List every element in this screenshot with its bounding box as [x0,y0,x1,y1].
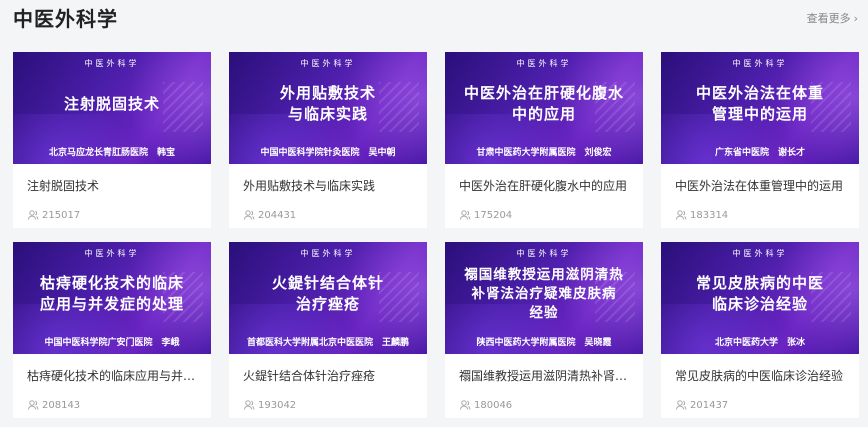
chevron-right-icon: › [853,11,858,25]
banner-lecturer: 广东省中医院 谢长才 [714,148,805,158]
course-title: 常见皮肤病的中医临床诊治经验 [675,369,844,383]
course-meta: 183314 [661,194,859,222]
course-meta: 193042 [229,384,427,412]
course-views: 208143 [42,399,81,411]
view-more-label: 查看更多 [806,12,851,25]
course-banner: 中医外科学 中医外治法在体重 管理中的运用 广东省中医院 谢长才 [661,52,859,164]
user-views-icon [459,209,471,221]
course-banner: 中医外科学 火鍉针结合体针 治疗痤疮 首都医科大学附属北京中医医院 王麟鹏 [229,242,427,354]
course-grid: 中医外科学 注射脱固技术 北京马应龙长青肛肠医院 韩宝 注射脱固技术 21501… [13,52,859,418]
banner-title: 注射脱固技术 [63,94,160,113]
banner-lecturer: 中国中医科学院针灸医院 吴中朝 [260,148,396,158]
banner-title: 外用贴敷技术 与临床实践 [279,84,376,123]
user-views-icon [243,209,255,221]
banner-brand: 中医外科学 [84,249,140,258]
banner-title: 枯痔硬化技术的临床 应用与并发症的处理 [39,274,184,313]
course-banner: 中医外科学 外用贴敷技术 与临床实践 中国中医科学院针灸医院 吴中朝 [229,52,427,164]
course-title: 注射脱固技术 [27,179,100,193]
banner-lecturer: 陕西中医药大学附属医院 吴晓霞 [476,338,612,348]
course-banner: 中医外科学 中医外治在肝硬化腹水 中的应用 甘肃中医药大学附属医院 刘俊宏 [445,52,643,164]
course-title: 枯痔硬化技术的临床应用与并发症的处理 [27,369,211,383]
course-banner: 中医外科学 禤国维教授运用滋阴清热 补肾法治疗疑难皮肤病 经验 陕西中医药大学附… [445,242,643,354]
user-views-icon [27,399,39,411]
view-more-link[interactable]: 查看更多 › [807,10,858,26]
banner-brand: 中医外科学 [300,249,356,258]
course-title: 禤国维教授运用滋阴清热补肾法治疗疑难皮肤病经验 [459,369,643,383]
course-meta: 215017 [13,194,211,222]
banner-title: 常见皮肤病的中医 临床诊治经验 [695,274,824,313]
banner-brand: 中医外科学 [300,59,356,68]
banner-brand: 中医外科学 [516,249,572,258]
course-title: 中医外治法在体重管理中的运用 [675,179,844,193]
course-views: 193042 [258,399,297,411]
course-card[interactable]: 中医外科学 注射脱固技术 北京马应龙长青肛肠医院 韩宝 注射脱固技术 21501… [13,52,211,228]
course-card[interactable]: 中医外科学 火鍉针结合体针 治疗痤疮 首都医科大学附属北京中医医院 王麟鹏 火鍉… [229,242,427,418]
banner-lecturer: 北京马应龙长青肛肠医院 韩宝 [48,148,175,158]
section-header: 中医外科学 查看更多 › [13,0,858,40]
course-views: 175204 [474,209,513,221]
user-views-icon [675,399,687,411]
course-card[interactable]: 中医外科学 禤国维教授运用滋阴清热 补肾法治疗疑难皮肤病 经验 陕西中医药大学附… [445,242,643,418]
banner-lecturer: 首都医科大学附属北京中医医院 王麟鹏 [246,338,409,348]
banner-lecturer: 甘肃中医药大学附属医院 刘俊宏 [476,148,612,158]
course-card[interactable]: 中医外科学 中医外治在肝硬化腹水 中的应用 甘肃中医药大学附属医院 刘俊宏 中医… [445,52,643,228]
banner-title: 禤国维教授运用滋阴清热 补肾法治疗疑难皮肤病 经验 [464,266,624,321]
banner-brand: 中医外科学 [84,59,140,68]
course-meta: 204431 [229,194,427,222]
course-views: 215017 [42,209,81,221]
course-card[interactable]: 中医外科学 中医外治法在体重 管理中的运用 广东省中医院 谢长才 中医外治法在体… [661,52,859,228]
course-views: 204431 [258,209,297,221]
user-views-icon [27,209,39,221]
course-banner: 中医外科学 常见皮肤病的中医 临床诊治经验 北京中医药大学 张冰 [661,242,859,354]
banner-brand: 中医外科学 [516,59,572,68]
course-meta: 180046 [445,384,643,412]
course-title: 火鍉针结合体针治疗痤疮 [243,369,376,383]
course-views: 183314 [690,209,729,221]
course-meta: 208143 [13,384,211,412]
user-views-icon [243,399,255,411]
course-views: 201437 [690,399,729,411]
course-meta: 201437 [661,384,859,412]
banner-lecturer: 北京中医药大学 张冰 [714,338,805,348]
course-card[interactable]: 中医外科学 枯痔硬化技术的临床 应用与并发症的处理 中国中医科学院广安门医院 李… [13,242,211,418]
banner-title: 中医外治在肝硬化腹水 中的应用 [463,84,624,123]
course-meta: 175204 [445,194,643,222]
banner-lecturer: 中国中医科学院广安门医院 李峨 [44,338,180,348]
course-views: 180046 [474,399,513,411]
course-card[interactable]: 中医外科学 常见皮肤病的中医 临床诊治经验 北京中医药大学 张冰 常见皮肤病的中… [661,242,859,418]
section-title: 中医外科学 [13,7,118,31]
user-views-icon [459,399,471,411]
course-title: 外用贴敷技术与临床实践 [243,179,376,193]
banner-brand: 中医外科学 [732,59,788,68]
course-banner: 中医外科学 注射脱固技术 北京马应龙长青肛肠医院 韩宝 [13,52,211,164]
course-title: 中医外治在肝硬化腹水中的应用 [459,179,628,193]
banner-title: 中医外治法在体重 管理中的运用 [695,84,824,123]
course-banner: 中医外科学 枯痔硬化技术的临床 应用与并发症的处理 中国中医科学院广安门医院 李… [13,242,211,354]
banner-brand: 中医外科学 [732,249,788,258]
user-views-icon [675,209,687,221]
banner-title: 火鍉针结合体针 治疗痤疮 [271,274,384,313]
course-card[interactable]: 中医外科学 外用贴敷技术 与临床实践 中国中医科学院针灸医院 吴中朝 外用贴敷技… [229,52,427,228]
